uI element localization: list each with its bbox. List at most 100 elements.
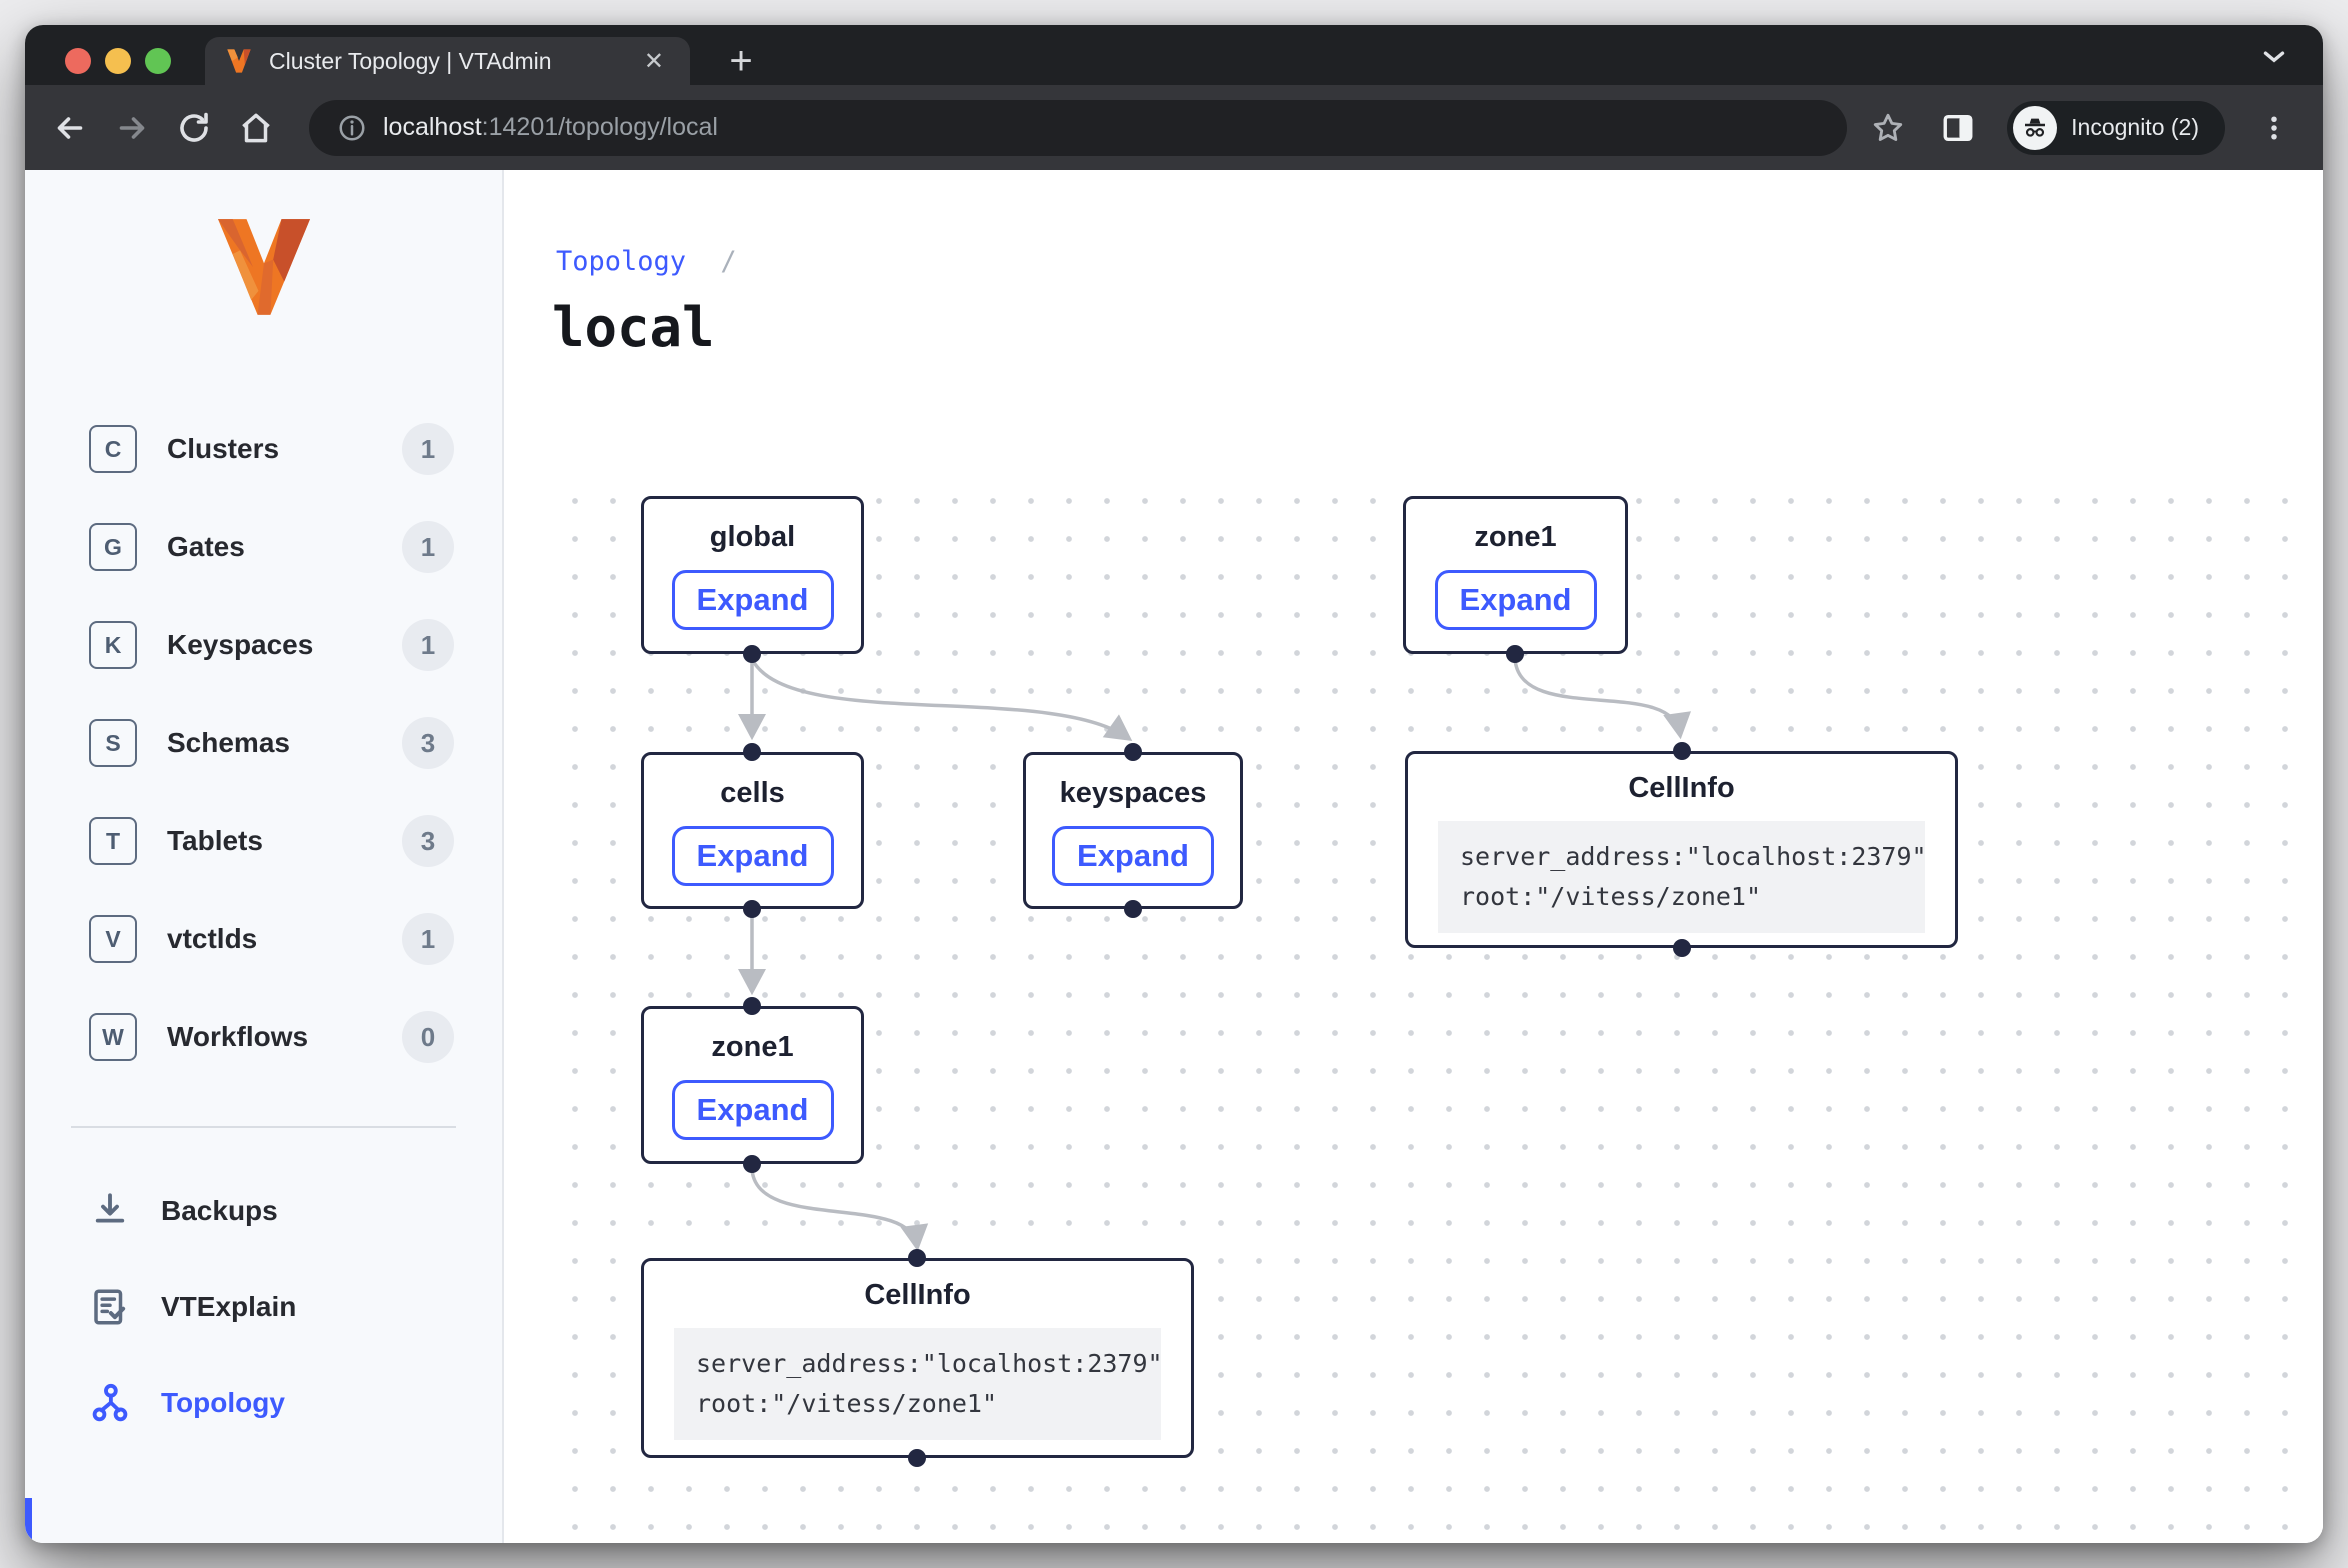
sidebar-item-workflows[interactable]: W Workflows 0: [25, 1006, 502, 1068]
tab-close-icon[interactable]: ✕: [638, 47, 670, 76]
active-nav-indicator: [25, 1498, 32, 1543]
cellinfo-code: server_address:"localhost:2379" root:"/v…: [674, 1328, 1161, 1440]
code-line: root:"/vitess/zone1": [696, 1384, 1139, 1424]
sidebar-item-topology[interactable]: Topology: [25, 1372, 502, 1434]
node-title: CellInfo: [644, 1279, 1191, 1312]
code-line: server_address:"localhost:2379": [1460, 837, 1903, 877]
back-button[interactable]: [39, 97, 101, 159]
sidebar-item-label: Schemas: [167, 727, 402, 759]
sidebar-item-clusters[interactable]: C Clusters 1: [25, 418, 502, 480]
window-zoom-button[interactable]: [145, 48, 171, 74]
clusters-icon: C: [89, 425, 137, 473]
node-title: global: [644, 521, 861, 554]
window-minimize-button[interactable]: [105, 48, 131, 74]
sidebar-item-label: Clusters: [167, 433, 402, 465]
tab-strip: Cluster Topology | VTAdmin ✕ +: [25, 25, 2323, 85]
bookmark-star-icon[interactable]: [1857, 97, 1919, 159]
node-title: keyspaces: [1026, 777, 1240, 810]
sidebar-item-label: Topology: [161, 1387, 285, 1419]
code-line: server_address:"localhost:2379": [696, 1344, 1139, 1384]
browser-toolbar: localhost:14201/topology/local Incognito…: [25, 85, 2323, 170]
home-button[interactable]: [225, 97, 287, 159]
gates-icon: G: [89, 523, 137, 571]
vitess-favicon-icon: [225, 47, 253, 75]
document-check-icon: [89, 1286, 131, 1328]
tab-search-chevron-icon[interactable]: [2257, 39, 2291, 78]
breadcrumb-topology-link[interactable]: Topology: [556, 246, 686, 277]
topology-node-keyspaces: keyspaces Expand: [1023, 752, 1243, 909]
count-badge: 1: [402, 913, 454, 965]
count-badge: 0: [402, 1011, 454, 1063]
sidebar-nav: C Clusters 1 G Gates 1 K Keyspaces 1 S S…: [25, 418, 502, 1068]
sidebar: C Clusters 1 G Gates 1 K Keyspaces 1 S S…: [25, 170, 504, 1543]
topology-node-global: global Expand: [641, 496, 864, 654]
vitess-logo: [218, 218, 310, 326]
count-badge: 1: [402, 423, 454, 475]
breadcrumb-divider: /: [720, 246, 736, 277]
profile-badge[interactable]: Incognito (2): [2007, 101, 2225, 155]
expand-button-zone1-top[interactable]: Expand: [1435, 570, 1597, 630]
node-title: CellInfo: [1408, 772, 1955, 805]
reload-button[interactable]: [163, 97, 225, 159]
count-badge: 1: [402, 521, 454, 573]
browser-window: Cluster Topology | VTAdmin ✕ + localhost…: [25, 25, 2323, 1543]
workflows-icon: W: [89, 1013, 137, 1061]
vtctlds-icon: V: [89, 915, 137, 963]
count-badge: 3: [402, 815, 454, 867]
topology-node-cellinfo-bottom: CellInfo server_address:"localhost:2379"…: [641, 1258, 1194, 1458]
tab-title: Cluster Topology | VTAdmin: [269, 48, 622, 75]
sidebar-item-tablets[interactable]: T Tablets 3: [25, 810, 502, 872]
keyspaces-icon: K: [89, 621, 137, 669]
sidebar-item-label: Backups: [161, 1195, 278, 1227]
page-title: local: [552, 296, 715, 359]
url-text: localhost:14201/topology/local: [383, 113, 718, 142]
sidebar-item-keyspaces[interactable]: K Keyspaces 1: [25, 614, 502, 676]
topology-node-zone1-lower: zone1 Expand: [641, 1006, 864, 1164]
sidebar-item-gates[interactable]: G Gates 1: [25, 516, 502, 578]
sidebar-item-schemas[interactable]: S Schemas 3: [25, 712, 502, 774]
topology-node-zone1-top: zone1 Expand: [1403, 496, 1628, 654]
sidebar-item-label: Gates: [167, 531, 402, 563]
count-badge: 1: [402, 619, 454, 671]
main-content: Topology / local global Expand zone1 Exp…: [504, 170, 2323, 1543]
schemas-icon: S: [89, 719, 137, 767]
node-title: cells: [644, 777, 861, 810]
expand-button-keyspaces[interactable]: Expand: [1052, 826, 1214, 886]
cellinfo-code: server_address:"localhost:2379" root:"/v…: [1438, 821, 1925, 933]
incognito-icon: [2013, 106, 2057, 150]
url-path: :14201/topology/local: [482, 113, 718, 141]
incognito-label: Incognito (2): [2071, 114, 2199, 141]
breadcrumb: Topology /: [556, 246, 737, 277]
forward-button[interactable]: [101, 97, 163, 159]
expand-button-zone1-lower[interactable]: Expand: [672, 1080, 834, 1140]
expand-button-cells[interactable]: Expand: [672, 826, 834, 886]
address-bar[interactable]: localhost:14201/topology/local: [309, 100, 1847, 156]
side-panel-icon[interactable]: [1927, 97, 1989, 159]
topology-node-cells: cells Expand: [641, 752, 864, 909]
browser-tab[interactable]: Cluster Topology | VTAdmin ✕: [205, 37, 690, 85]
url-host: localhost: [383, 113, 482, 141]
sidebar-item-label: Keyspaces: [167, 629, 402, 661]
topology-icon: [89, 1382, 131, 1424]
sidebar-item-label: VTExplain: [161, 1291, 296, 1323]
topology-node-cellinfo-right: CellInfo server_address:"localhost:2379"…: [1405, 751, 1958, 948]
sidebar-divider: [71, 1126, 456, 1128]
tablets-icon: T: [89, 817, 137, 865]
new-tab-button[interactable]: +: [715, 37, 767, 85]
node-title: zone1: [1406, 521, 1625, 554]
site-info-icon[interactable]: [337, 113, 367, 143]
count-badge: 3: [402, 717, 454, 769]
sidebar-item-backups[interactable]: Backups: [25, 1180, 502, 1242]
traffic-lights: [65, 48, 171, 74]
menu-kebab-icon[interactable]: [2243, 97, 2305, 159]
sidebar-item-vtexplain[interactable]: VTExplain: [25, 1276, 502, 1338]
code-line: root:"/vitess/zone1": [1460, 877, 1903, 917]
expand-button-global[interactable]: Expand: [672, 570, 834, 630]
download-icon: [89, 1190, 131, 1232]
sidebar-item-label: Workflows: [167, 1021, 402, 1053]
sidebar-item-label: vtctlds: [167, 923, 402, 955]
sidebar-item-label: Tablets: [167, 825, 402, 857]
node-title: zone1: [644, 1031, 861, 1064]
sidebar-item-vtctlds[interactable]: V vtctlds 1: [25, 908, 502, 970]
window-close-button[interactable]: [65, 48, 91, 74]
